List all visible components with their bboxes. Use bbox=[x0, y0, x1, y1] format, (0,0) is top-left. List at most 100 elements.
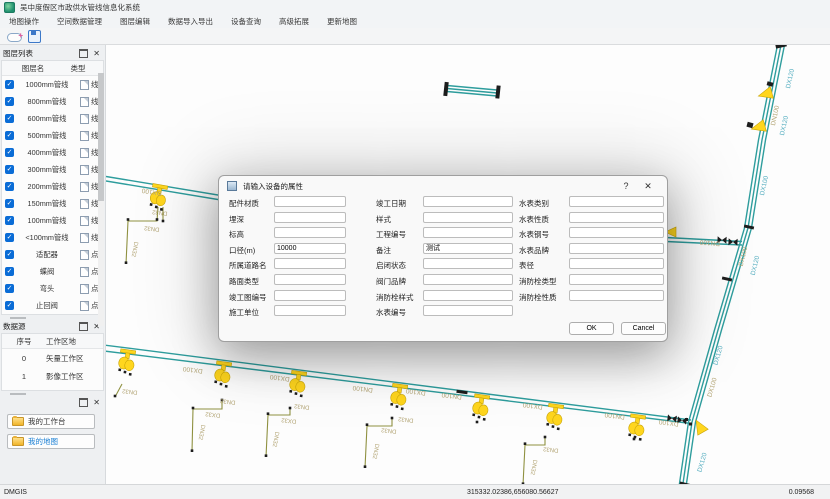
layer-row[interactable]: ✓100mm管线线 bbox=[2, 212, 103, 229]
close-icon[interactable]: ✕ bbox=[637, 181, 659, 192]
field-input-fields_right-6[interactable] bbox=[569, 274, 664, 285]
menu-item-3[interactable]: 图层编辑 bbox=[111, 16, 159, 27]
layer-row[interactable]: ✓弯头点 bbox=[2, 280, 103, 297]
dialog-titlebar[interactable]: 请输入设备的属性 ? ✕ bbox=[219, 176, 667, 196]
pipe-label: DN32 bbox=[529, 459, 538, 476]
close-panel-icon[interactable]: ✕ bbox=[93, 400, 100, 406]
field-label: 消防栓样式 bbox=[376, 292, 414, 303]
datasource-panel-titlebar: 数据源 ✕ bbox=[0, 320, 105, 333]
field-input-fields_mid-4[interactable] bbox=[423, 243, 513, 254]
layer-row[interactable]: ✓1000mm管线线 bbox=[2, 76, 103, 93]
field-input-fields_mid-2[interactable] bbox=[423, 212, 513, 223]
menu-bar: 地图操作空间数据管理图层编辑数据导入导出设备查询高级拓展更新地图 bbox=[0, 15, 830, 29]
field-input-fields_right-1[interactable] bbox=[569, 196, 664, 207]
field-input-fields_mid-8[interactable] bbox=[423, 305, 513, 316]
datasource-row[interactable]: 1影像工作区 bbox=[2, 367, 103, 385]
field-input-fields_left-2[interactable] bbox=[274, 212, 346, 223]
my-workbench-button[interactable]: 我的工作台 bbox=[7, 414, 95, 429]
layer-name: 500mm管线 bbox=[14, 131, 80, 141]
layer-checkbox[interactable]: ✓ bbox=[5, 301, 14, 310]
menu-item-7[interactable]: 更新地图 bbox=[318, 16, 366, 27]
layer-row[interactable]: ✓400mm管线线 bbox=[2, 144, 103, 161]
layer-row[interactable]: ✓<100mm管线线 bbox=[2, 229, 103, 246]
menu-item-6[interactable]: 高级拓展 bbox=[270, 16, 318, 27]
my-workbench-label: 我的工作台 bbox=[28, 416, 66, 427]
layer-file-icon bbox=[80, 165, 89, 175]
float-panel-icon[interactable] bbox=[79, 398, 88, 407]
col-layer-name: 图层名 bbox=[2, 63, 64, 74]
field-input-fields_mid-7[interactable] bbox=[423, 290, 513, 301]
field-input-fields_left-1[interactable] bbox=[274, 196, 346, 207]
field-input-fields_right-5[interactable] bbox=[569, 258, 664, 269]
float-panel-icon[interactable] bbox=[79, 49, 88, 58]
layer-row[interactable]: ✓止回阀点 bbox=[2, 297, 103, 314]
pipe-label: DX100 bbox=[759, 175, 770, 196]
field-input-fields_left-5[interactable] bbox=[274, 258, 346, 269]
field-input-fields_mid-3[interactable] bbox=[423, 227, 513, 238]
layer-checkbox[interactable]: ✓ bbox=[5, 148, 14, 157]
field-input-fields_left-7[interactable] bbox=[274, 290, 346, 301]
menu-item-1[interactable]: 地图操作 bbox=[0, 16, 48, 27]
datasource-index: 0 bbox=[2, 354, 46, 363]
layer-checkbox[interactable]: ✓ bbox=[5, 233, 14, 242]
cloud-upload-icon[interactable] bbox=[7, 30, 22, 42]
layer-scrollbar-thumb[interactable] bbox=[98, 73, 104, 201]
layer-name: <100mm管线 bbox=[14, 233, 80, 243]
ok-button[interactable]: OK bbox=[569, 322, 614, 335]
field-input-fields_mid-5[interactable] bbox=[423, 258, 513, 269]
field-label: 消防栓类型 bbox=[519, 276, 557, 287]
save-icon[interactable] bbox=[28, 30, 41, 43]
layer-checkbox[interactable]: ✓ bbox=[5, 267, 14, 276]
field-input-fields_right-3[interactable] bbox=[569, 227, 664, 238]
datasource-index: 1 bbox=[2, 372, 46, 381]
layer-row[interactable]: ✓800mm管线线 bbox=[2, 93, 103, 110]
layer-row[interactable]: ✓适配器点 bbox=[2, 246, 103, 263]
layer-checkbox[interactable]: ✓ bbox=[5, 114, 14, 123]
layer-name: 适配器 bbox=[14, 250, 80, 260]
field-input-fields_right-4[interactable] bbox=[569, 243, 664, 254]
field-input-fields_mid-6[interactable] bbox=[423, 274, 513, 285]
field-input-fields_left-6[interactable] bbox=[274, 274, 346, 285]
layer-checkbox[interactable]: ✓ bbox=[5, 182, 14, 191]
layer-scrollbar[interactable] bbox=[98, 73, 104, 326]
layer-checkbox[interactable]: ✓ bbox=[5, 165, 14, 174]
layer-name: 200mm管线 bbox=[14, 182, 80, 192]
layer-row[interactable]: ✓蝶阀点 bbox=[2, 263, 103, 280]
field-input-fields_mid-1[interactable] bbox=[423, 196, 513, 207]
float-panel-icon[interactable] bbox=[79, 322, 88, 331]
layer-row[interactable]: ✓150mm管线线 bbox=[2, 195, 103, 212]
menu-item-5[interactable]: 设备查询 bbox=[222, 16, 270, 27]
field-input-fields_right-2[interactable] bbox=[569, 212, 664, 223]
my-map-button[interactable]: 我的地图 bbox=[7, 434, 95, 449]
layer-checkbox[interactable]: ✓ bbox=[5, 250, 14, 259]
datasource-panel-title: 数据源 bbox=[3, 321, 79, 332]
layer-checkbox[interactable]: ✓ bbox=[5, 80, 14, 89]
cancel-button[interactable]: Cancel bbox=[621, 322, 666, 335]
menu-item-4[interactable]: 数据导入导出 bbox=[159, 16, 222, 27]
layer-checkbox[interactable]: ✓ bbox=[5, 216, 14, 225]
field-input-fields_left-4[interactable] bbox=[274, 243, 346, 254]
help-icon[interactable]: ? bbox=[615, 181, 637, 191]
layer-row[interactable]: ✓300mm管线线 bbox=[2, 161, 103, 178]
layer-file-icon bbox=[80, 148, 89, 158]
layer-checkbox[interactable]: ✓ bbox=[5, 97, 14, 106]
field-input-fields_left-8[interactable] bbox=[274, 305, 346, 316]
field-input-fields_right-7[interactable] bbox=[569, 290, 664, 301]
datasource-row[interactable]: 0矢量工作区 bbox=[2, 349, 103, 367]
menu-item-2[interactable]: 空间数据管理 bbox=[48, 16, 111, 27]
layer-checkbox[interactable]: ✓ bbox=[5, 199, 14, 208]
app-icon bbox=[4, 2, 15, 13]
layer-checkbox[interactable]: ✓ bbox=[5, 284, 14, 293]
layer-row[interactable]: ✓600mm管线线 bbox=[2, 110, 103, 127]
folder-icon bbox=[12, 417, 24, 426]
field-label: 埋深 bbox=[229, 214, 244, 225]
field-label: 水表性质 bbox=[519, 214, 549, 225]
field-label: 工程编号 bbox=[376, 229, 406, 240]
layer-row[interactable]: ✓500mm管线线 bbox=[2, 127, 103, 144]
field-label: 标高 bbox=[229, 229, 244, 240]
field-input-fields_left-3[interactable] bbox=[274, 227, 346, 238]
layer-checkbox[interactable]: ✓ bbox=[5, 131, 14, 140]
layer-row[interactable]: ✓200mm管线线 bbox=[2, 178, 103, 195]
close-panel-icon[interactable]: ✕ bbox=[93, 51, 100, 57]
pipe-label: DN100 bbox=[604, 411, 625, 420]
